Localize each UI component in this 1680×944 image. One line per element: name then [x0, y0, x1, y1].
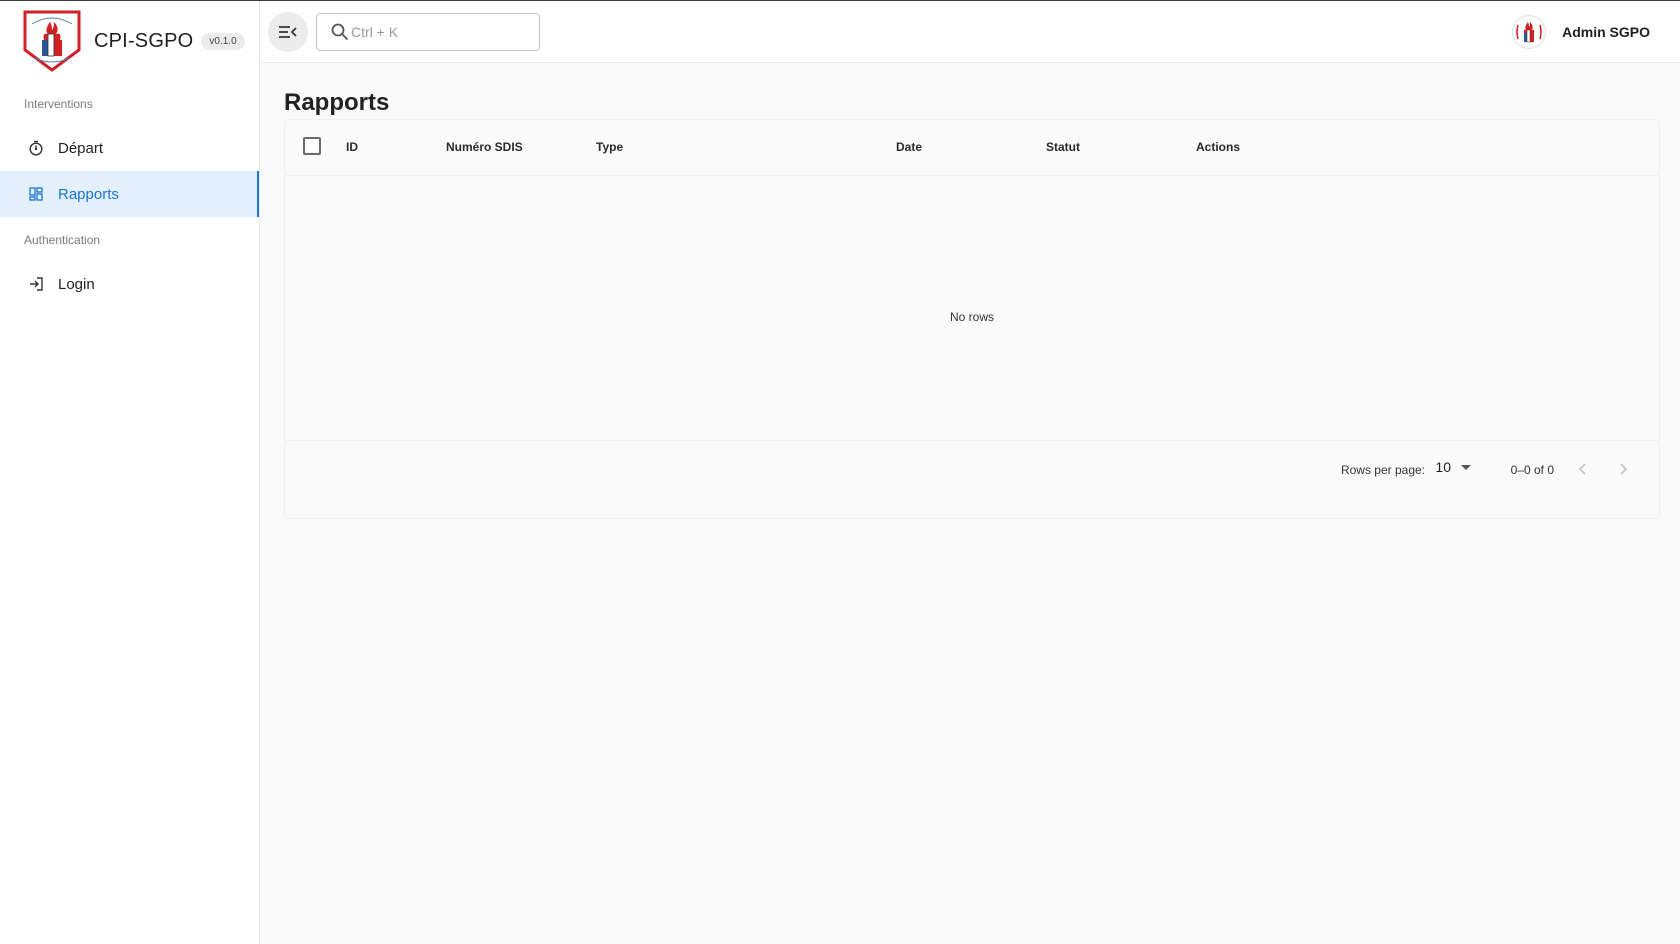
search-box[interactable]	[316, 13, 540, 51]
column-header-type[interactable]: Type	[596, 140, 623, 154]
crest-avatar	[1515, 18, 1544, 46]
login-icon	[28, 276, 44, 292]
section-label-interventions: Interventions	[24, 97, 93, 111]
column-header-numero-sdis[interactable]: Numéro SDIS	[446, 140, 523, 154]
topbar: Admin SGPO	[260, 1, 1680, 63]
select-all-checkbox[interactable]	[303, 137, 321, 155]
app-title: CPI-SGPO	[94, 29, 194, 52]
data-grid: ID Numéro SDIS Type Date Statut Actions …	[284, 119, 1660, 519]
page-title: Rapports	[284, 89, 390, 116]
sidebar-item-label: Rapports	[58, 185, 119, 203]
sidebar: CPI-SGPO v0.1.0 Interventions Départ Rap…	[0, 1, 260, 944]
sidebar-item-label: Login	[58, 275, 95, 293]
sidebar-item-login[interactable]: Login	[0, 261, 259, 307]
search-icon	[331, 23, 349, 41]
main-content: Rapports ID Numéro SDIS Type Date Statut…	[260, 63, 1680, 944]
empty-state-text: No rows	[949, 310, 994, 324]
table-header: ID Numéro SDIS Type Date Statut Actions	[285, 120, 1659, 176]
fire-department-crest-logo	[23, 10, 81, 72]
next-page-button[interactable]	[1607, 453, 1639, 485]
dashboard-icon	[28, 186, 44, 202]
timer-icon	[28, 140, 44, 156]
previous-page-button[interactable]	[1567, 453, 1599, 485]
search-input[interactable]	[351, 24, 531, 40]
menu-toggle-button[interactable]	[268, 12, 308, 52]
column-header-statut[interactable]: Statut	[1046, 140, 1080, 154]
version-badge: v0.1.0	[201, 32, 245, 50]
section-label-authentication: Authentication	[24, 233, 101, 247]
column-header-actions[interactable]: Actions	[1196, 140, 1240, 154]
user-name: Admin SGPO	[1562, 24, 1650, 40]
sidebar-item-depart[interactable]: Départ	[0, 125, 259, 171]
chevron-left-icon	[1578, 463, 1586, 475]
rows-per-page-value: 10	[1435, 459, 1451, 475]
caret-down-icon	[1461, 464, 1471, 470]
rows-per-page-label: Rows per page:	[1340, 463, 1425, 477]
sidebar-item-label: Départ	[58, 139, 104, 157]
column-header-date[interactable]: Date	[896, 140, 922, 154]
pagination-range: 0–0 of 0	[1510, 463, 1554, 477]
pagination-footer: Rows per page: 10 0–0 of 0	[285, 440, 1659, 496]
avatar[interactable]	[1512, 15, 1547, 49]
app-window: CPI-SGPO v0.1.0 Interventions Départ Rap…	[0, 0, 1680, 944]
user-menu[interactable]: Admin SGPO	[1512, 15, 1650, 49]
brand[interactable]: CPI-SGPO v0.1.0	[22, 9, 245, 73]
rows-per-page-select[interactable]: 10	[1435, 459, 1471, 475]
menu-collapse-icon	[279, 26, 297, 38]
sidebar-item-rapports[interactable]: Rapports	[0, 171, 259, 217]
chevron-right-icon	[1620, 463, 1628, 475]
column-header-id[interactable]: ID	[346, 140, 358, 154]
